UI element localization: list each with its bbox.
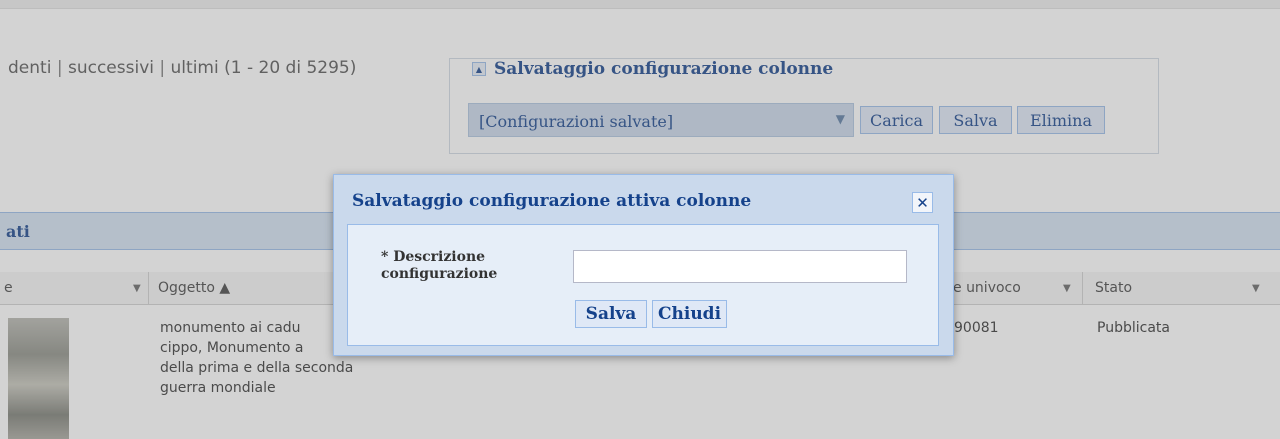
description-label-line: * Descrizione <box>381 249 486 265</box>
description-label-line: configurazione <box>381 266 498 282</box>
close-icon[interactable]: ✕ <box>912 192 933 213</box>
dialog-body: * Descrizione configurazione Salva Chiud… <box>347 224 939 346</box>
description-label: * Descrizione configurazione <box>381 249 551 283</box>
save-config-dialog: Salvataggio configurazione attiva colonn… <box>333 174 954 356</box>
dialog-title: Salvataggio configurazione attiva colonn… <box>352 191 752 211</box>
dialog-close-button[interactable]: Chiudi <box>652 300 727 328</box>
dialog-save-button[interactable]: Salva <box>575 300 647 328</box>
description-input[interactable] <box>573 250 907 283</box>
